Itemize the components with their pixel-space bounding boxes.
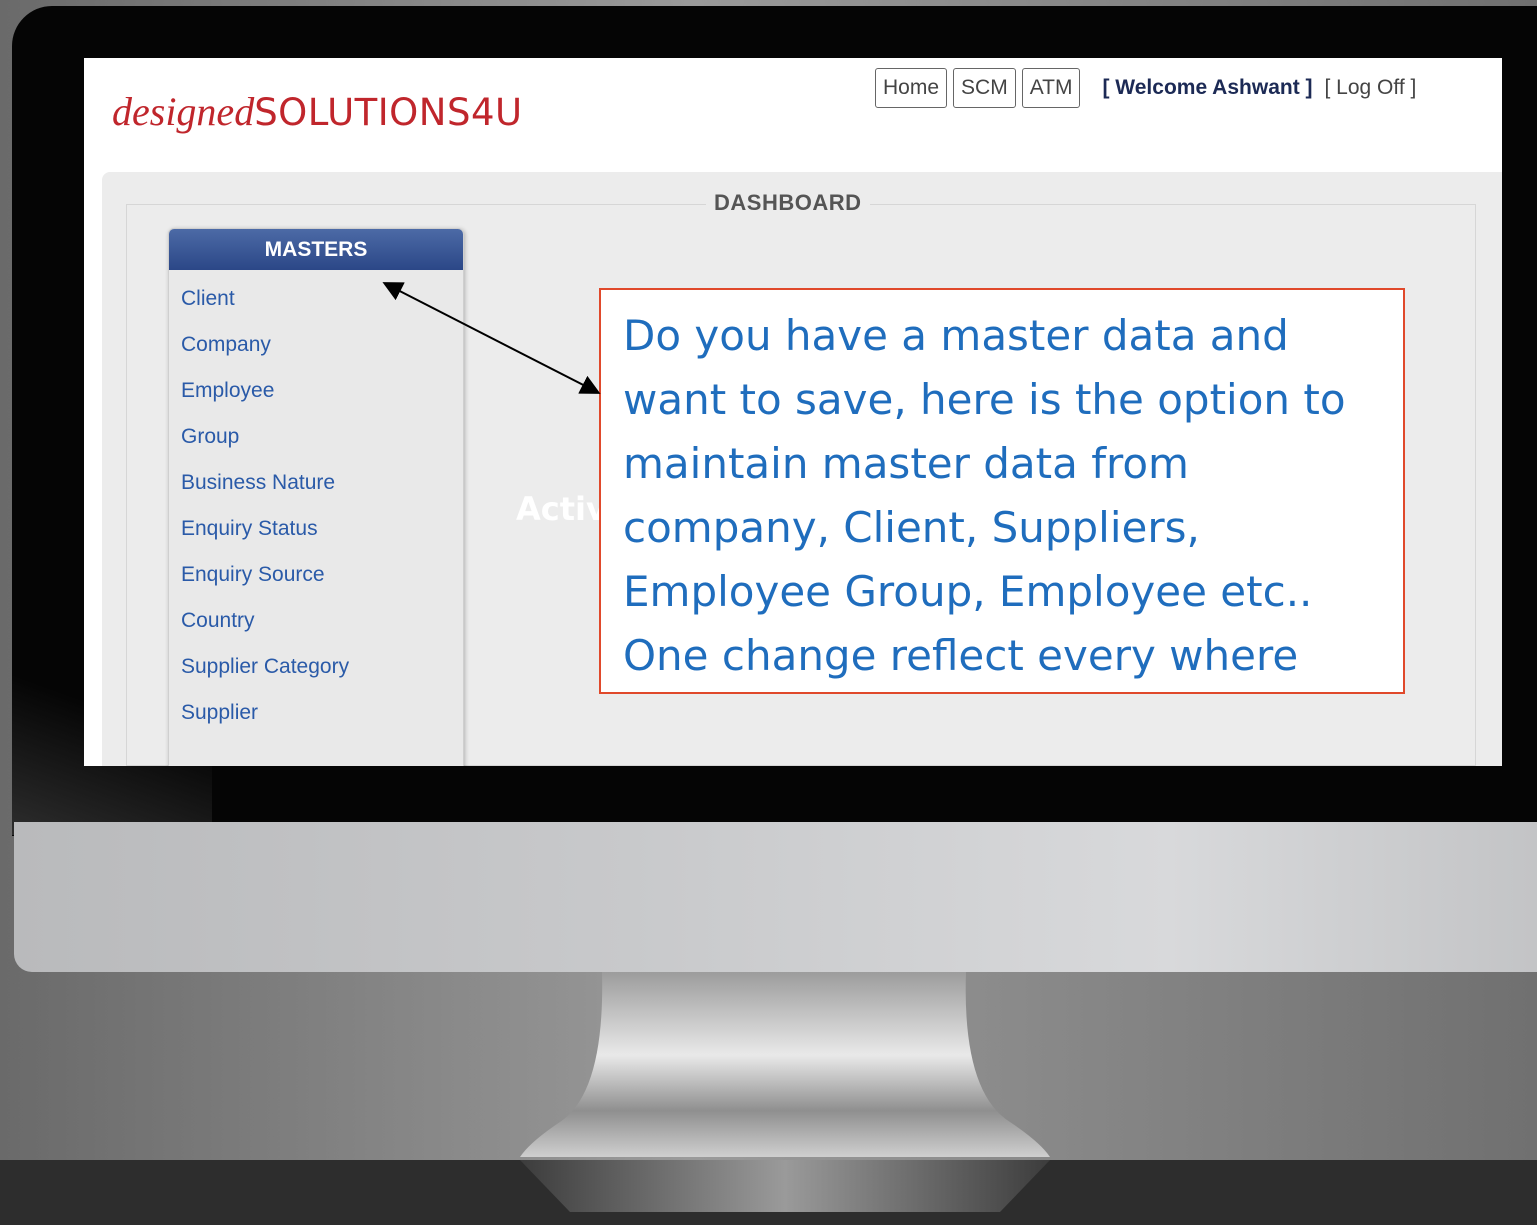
- masters-item-employee[interactable]: Employee: [169, 368, 463, 414]
- callout-line: One change reflect every where: [623, 631, 1299, 680]
- masters-item-supplier-category[interactable]: Supplier Category: [169, 644, 463, 690]
- app-screen: designedSOLUTIONS4U Home SCM ATM [ Welco…: [84, 58, 1502, 766]
- atm-button[interactable]: ATM: [1021, 68, 1081, 108]
- scm-button[interactable]: SCM: [953, 68, 1016, 108]
- masters-header: MASTERS: [169, 229, 463, 270]
- masters-item-client[interactable]: Client: [169, 276, 463, 322]
- masters-item-supplier[interactable]: Supplier: [169, 690, 463, 736]
- masters-item-business-nature[interactable]: Business Nature: [169, 460, 463, 506]
- logo-part-designed: designed: [112, 89, 255, 134]
- app-logo: designedSOLUTIONS4U: [112, 88, 523, 135]
- welcome-text: [ Welcome Ashwant ]: [1102, 76, 1313, 99]
- masters-item-enquiry-source[interactable]: Enquiry Source: [169, 552, 463, 598]
- top-navigation: Home SCM ATM [ Welcome Ashwant ] [ Log O…: [875, 68, 1416, 108]
- monitor-stand: [0, 972, 1537, 1225]
- logo-part-solutions: SOLUTIONS4U: [254, 91, 523, 134]
- callout-line: Do you have a master data and: [623, 311, 1289, 360]
- masters-list: Client Company Employee Group Business N…: [169, 270, 463, 736]
- callout-line: want to save, here is the option to: [623, 375, 1346, 424]
- dashboard-title: DASHBOARD: [706, 190, 870, 216]
- masters-item-company[interactable]: Company: [169, 322, 463, 368]
- masters-item-group[interactable]: Group: [169, 414, 463, 460]
- masters-menu: MASTERS Client Company Employee Group Bu…: [168, 228, 464, 766]
- info-callout: Do you have a master data and want to sa…: [599, 288, 1405, 694]
- home-button[interactable]: Home: [875, 68, 948, 108]
- callout-line: Employee Group, Employee etc..: [623, 567, 1313, 616]
- masters-item-country[interactable]: Country: [169, 598, 463, 644]
- callout-line: company, Client, Suppliers,: [623, 503, 1200, 552]
- overlay-watermark-text: Activ: [516, 490, 607, 528]
- masters-item-enquiry-status[interactable]: Enquiry Status: [169, 506, 463, 552]
- log-off-link[interactable]: [ Log Off ]: [1325, 76, 1417, 100]
- callout-line: maintain master data from: [623, 439, 1189, 488]
- monitor-chin: [14, 822, 1537, 972]
